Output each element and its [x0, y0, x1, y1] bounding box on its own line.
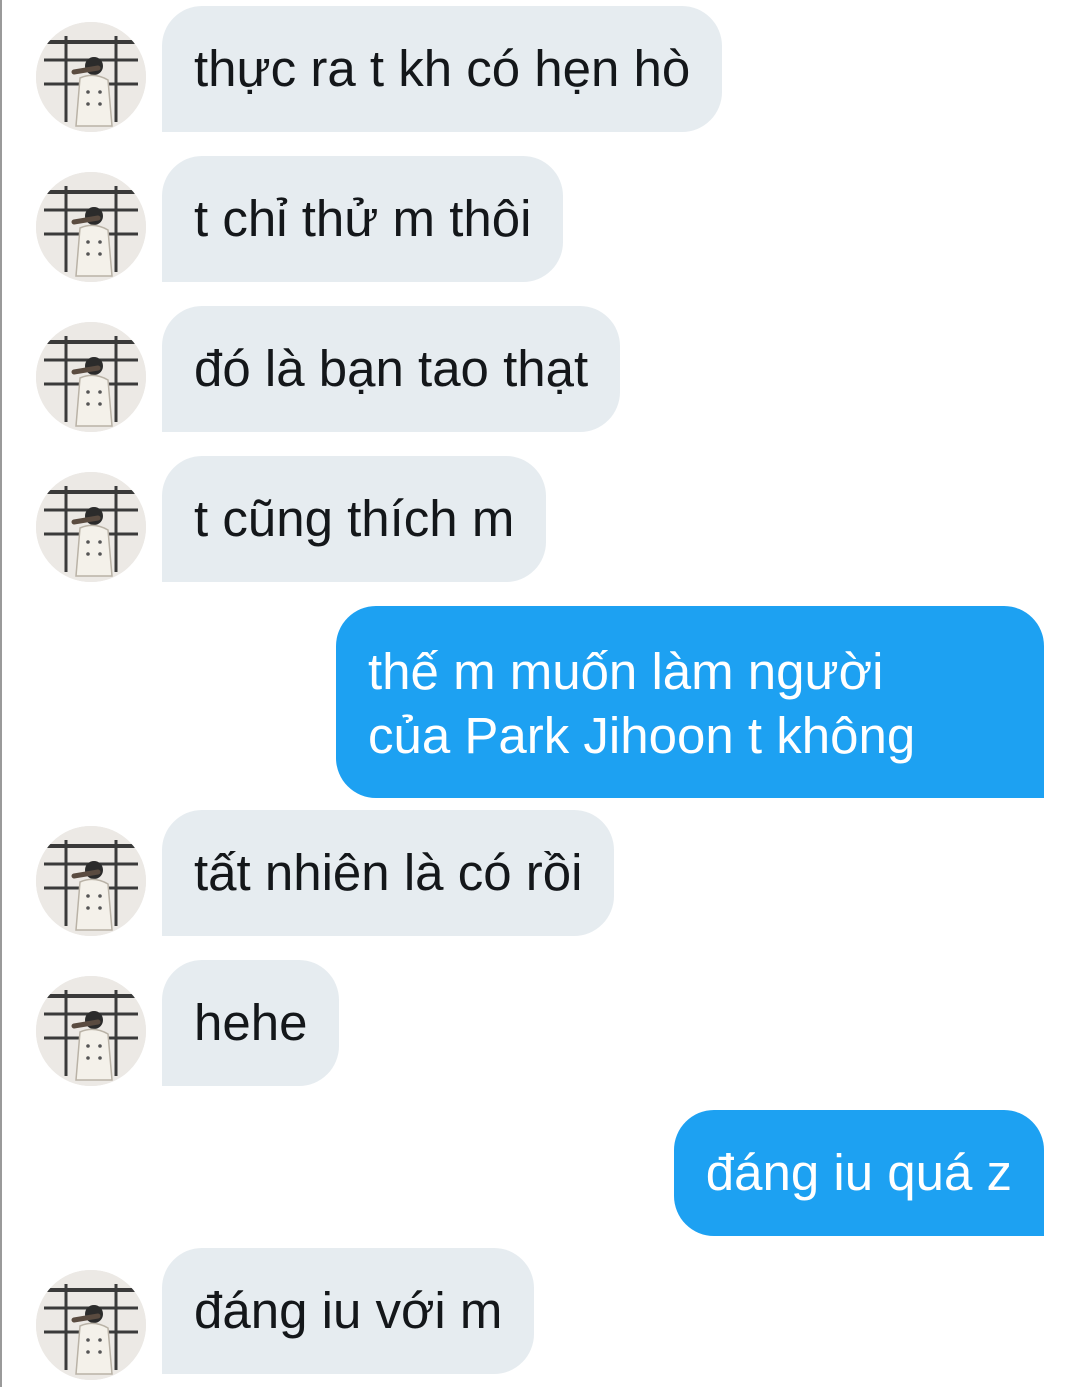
- contact-avatar[interactable]: [36, 172, 146, 282]
- avatar-photo-icon: [36, 826, 146, 936]
- contact-avatar[interactable]: [36, 322, 146, 432]
- incoming-message-bubble[interactable]: t chỉ thử m thôi: [162, 156, 564, 282]
- avatar-photo-icon: [36, 322, 146, 432]
- outgoing-message-line: thế m muốn làm người: [368, 643, 884, 700]
- avatar-photo-icon: [36, 976, 146, 1086]
- incoming-message-bubble[interactable]: đó là bạn tao thạt: [162, 306, 621, 432]
- outgoing-message-line: của Park Jihoon t không: [368, 707, 916, 764]
- contact-avatar[interactable]: [36, 826, 146, 936]
- contact-avatar[interactable]: [36, 976, 146, 1086]
- message-row-incoming: đáng iu với m: [0, 1248, 1080, 1380]
- avatar-photo-icon: [36, 1270, 146, 1380]
- incoming-message-bubble[interactable]: tất nhiên là có rồi: [162, 810, 615, 936]
- message-row-incoming: đó là bạn tao thạt: [0, 306, 1080, 432]
- incoming-message-bubble[interactable]: hehe: [162, 960, 340, 1086]
- outgoing-message-bubble[interactable]: đáng iu quá z: [673, 1110, 1044, 1236]
- contact-avatar[interactable]: [36, 1270, 146, 1380]
- message-row-incoming: thực ra t kh có hẹn hò: [0, 6, 1080, 132]
- outgoing-message-bubble[interactable]: thế m muốn làm người của Park Jihoon t k…: [336, 606, 1044, 798]
- avatar-photo-icon: [36, 22, 146, 132]
- avatar-photo-icon: [36, 472, 146, 582]
- contact-avatar[interactable]: [36, 22, 146, 132]
- message-row-incoming: t chỉ thử m thôi: [0, 156, 1080, 282]
- message-row-incoming: t cũng thích m: [0, 456, 1080, 582]
- incoming-message-bubble[interactable]: thực ra t kh có hẹn hò: [162, 6, 723, 132]
- message-row-incoming: hehe: [0, 960, 1080, 1086]
- contact-avatar[interactable]: [36, 472, 146, 582]
- message-row-incoming: tất nhiên là có rồi: [0, 810, 1080, 936]
- incoming-message-bubble[interactable]: đáng iu với m: [162, 1248, 535, 1374]
- avatar-photo-icon: [36, 172, 146, 282]
- incoming-message-bubble[interactable]: t cũng thích m: [162, 456, 547, 582]
